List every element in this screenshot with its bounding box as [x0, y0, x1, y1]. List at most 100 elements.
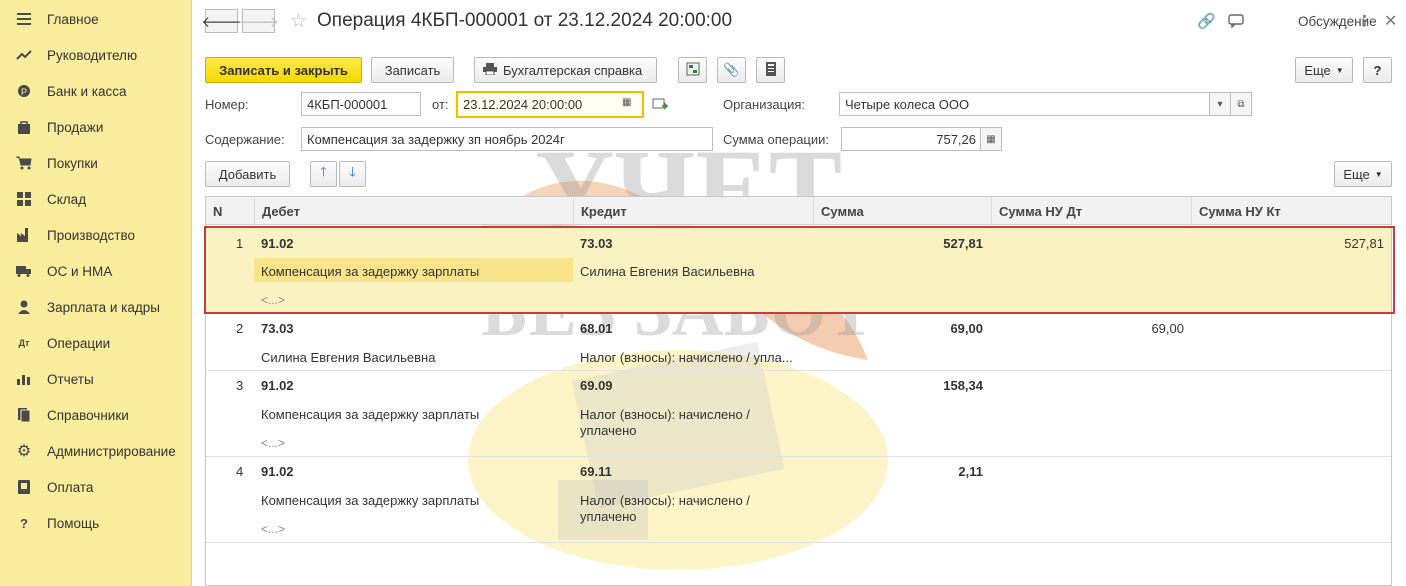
nu-dt-value[interactable]: 69,00 — [991, 321, 1184, 336]
forward-button[interactable]: 🡒 — [238, 9, 279, 33]
credit-subconto[interactable]: Силина Евгения Васильевна — [580, 264, 754, 279]
save-close-button[interactable]: Записать и закрыть — [205, 57, 362, 83]
sum-value[interactable]: 527,81 — [813, 236, 983, 251]
document-link-icon[interactable] — [652, 97, 669, 114]
credit-account[interactable]: 68.01 — [580, 321, 613, 336]
debit-subconto[interactable]: Компенсация за задержку зарплаты — [261, 493, 479, 508]
favorite-star-icon[interactable]: ☆ — [290, 10, 307, 33]
sidebar-item-help[interactable]: ? Помощь — [0, 505, 192, 541]
back-button[interactable]: 🡐 — [201, 9, 242, 33]
gear-icon: ⚙ — [16, 443, 32, 460]
add-row-button[interactable]: Добавить — [205, 161, 290, 187]
credit-subconto[interactable]: Налог (взносы): начислено / — [580, 493, 750, 508]
sidebar-item-purchases[interactable]: Покупки — [0, 145, 192, 181]
col-header-debit[interactable]: Дебет — [254, 197, 573, 225]
sidebar-item-reports[interactable]: Отчеты — [0, 361, 192, 397]
col-header-n[interactable]: N — [206, 197, 254, 225]
table-row[interactable]: 2 73.03 Силина Евгения Васильевна 68.01 … — [206, 314, 1391, 371]
content-field[interactable]: Компенсация за задержку зп ноябрь 2024г — [301, 127, 713, 151]
attach-button[interactable]: 📎 — [717, 57, 746, 83]
help-button[interactable]: ? — [1363, 57, 1392, 83]
credit-account[interactable]: 69.09 — [580, 378, 613, 393]
organization-dropdown-button[interactable]: ▾ — [1209, 92, 1231, 116]
organization-open-button[interactable]: ⧉ — [1230, 92, 1252, 116]
debit-subconto-2[interactable]: <...> — [261, 522, 285, 536]
save-button[interactable]: Записать — [371, 57, 454, 83]
col-header-credit[interactable]: Кредит — [573, 197, 813, 225]
credit-account[interactable]: 73.03 — [580, 236, 613, 251]
credit-subconto[interactable]: Налог (взносы): начислено / упла... — [580, 350, 793, 365]
chevron-down-icon: ▼ — [1335, 65, 1344, 75]
table-row[interactable]: 4 91.02 Компенсация за задержку зарплаты… — [206, 457, 1391, 543]
debit-subconto[interactable]: Силина Евгения Васильевна — [261, 350, 435, 365]
report-button[interactable]: Бухгалтерская справка — [474, 57, 657, 83]
table-more-button[interactable]: Еще ▼ — [1334, 161, 1392, 187]
table-header: N Дебет Кредит Сумма Сумма НУ Дт Сумма Н… — [206, 197, 1391, 225]
sidebar-item-catalogs[interactable]: Справочники — [0, 397, 192, 433]
nu-kt-value[interactable]: 527,81 — [1191, 236, 1384, 251]
sidebar-item-sales[interactable]: Продажи — [0, 109, 192, 145]
sidebar-item-operations[interactable]: Дт Операции — [0, 325, 192, 361]
sidebar-item-label: Отчеты — [47, 371, 94, 387]
sidebar-item-production[interactable]: Производство — [0, 217, 192, 253]
credit-subconto[interactable]: Налог (взносы): начислено / — [580, 407, 750, 422]
debit-account[interactable]: 91.02 — [261, 464, 294, 479]
sidebar-item-warehouse[interactable]: Склад — [0, 181, 192, 217]
sidebar-item-main[interactable]: Главное — [0, 1, 192, 37]
sidebar-item-bank[interactable]: Р Банк и касса — [0, 73, 192, 109]
sidebar-item-label: Банк и касса — [47, 83, 127, 99]
sidebar-item-salary[interactable]: Зарплата и кадры — [0, 289, 192, 325]
sum-calculator-button[interactable]: ▦ — [980, 127, 1002, 151]
bar-chart-icon — [16, 371, 32, 387]
date-value: 23.12.2024 20:00:00 — [463, 97, 583, 112]
cart-icon — [16, 155, 32, 171]
comment-icon[interactable] — [1228, 14, 1244, 32]
table-row[interactable]: 1 91.02 Компенсация за задержку зарплаты… — [206, 226, 1391, 314]
sidebar-item-payment[interactable]: Оплата — [0, 469, 192, 505]
arrow-up-icon: 🡑 — [320, 164, 327, 179]
arrow-left-icon: 🡐 — [201, 13, 242, 31]
content-label: Содержание: — [205, 132, 285, 147]
chevron-down-icon: ▼ — [1374, 169, 1383, 179]
move-down-button[interactable]: 🡓 — [339, 161, 366, 187]
sum-value[interactable]: 69,00 — [813, 321, 983, 336]
col-header-nu-dt[interactable]: Сумма НУ Дт — [991, 197, 1191, 225]
table-row[interactable]: 3 91.02 Компенсация за задержку зарплаты… — [206, 371, 1391, 457]
sum-value[interactable]: 158,34 — [813, 378, 983, 393]
sidebar-item-admin[interactable]: ⚙ Администрирование — [0, 433, 192, 469]
calendar-icon[interactable]: ▦ — [622, 97, 631, 108]
number-label: Номер: — [205, 97, 249, 112]
more-button[interactable]: Еще ▼ — [1295, 57, 1353, 83]
credit-account[interactable]: 69.11 — [580, 464, 612, 479]
col-header-sum[interactable]: Сумма — [813, 197, 991, 225]
sidebar: Главное Руководителю Р Банк и касса Прод… — [0, 0, 192, 586]
col-header-nu-kt[interactable]: Сумма НУ Кт — [1191, 197, 1391, 225]
printer-icon — [483, 62, 497, 78]
debit-subconto[interactable]: Компенсация за задержку зарплаты — [261, 264, 479, 279]
date-field[interactable]: 23.12.2024 20:00:00 — [456, 91, 644, 118]
arrow-down-icon: 🡓 — [349, 164, 356, 179]
number-field[interactable]: 4КБП-000001 — [301, 92, 421, 116]
date-label: от: — [432, 97, 449, 112]
debit-account[interactable]: 73.03 — [261, 321, 294, 336]
credit-subconto-line2: уплачено — [580, 423, 637, 438]
close-icon[interactable]: ✕ — [1384, 11, 1397, 31]
operation-sum-field[interactable]: 757,26 — [841, 127, 981, 151]
sidebar-item-assets[interactable]: ОС и НМА — [0, 253, 192, 289]
debit-account[interactable]: 91.02 — [261, 378, 294, 393]
move-up-button[interactable]: 🡑 — [310, 161, 337, 187]
organization-field[interactable]: Четыре колеса ООО — [839, 92, 1210, 116]
debit-subconto-2[interactable]: <...> — [261, 293, 285, 307]
calculator-icon — [765, 61, 776, 79]
sidebar-item-director[interactable]: Руководителю — [0, 37, 192, 73]
calculator-button[interactable] — [756, 57, 785, 83]
debit-account[interactable]: 91.02 — [261, 236, 294, 251]
debit-subconto-2[interactable]: <...> — [261, 436, 285, 450]
svg-text:Р: Р — [21, 87, 27, 97]
app-window: Главное Руководителю Р Банк и касса Прод… — [0, 0, 1406, 586]
more-vertical-icon[interactable]: ⋮ — [1357, 12, 1372, 30]
sum-value[interactable]: 2,11 — [813, 464, 983, 479]
link-icon[interactable]: 🔗 — [1197, 12, 1216, 30]
debit-subconto[interactable]: Компенсация за задержку зарплаты — [261, 407, 479, 422]
structure-button[interactable] — [678, 57, 707, 83]
